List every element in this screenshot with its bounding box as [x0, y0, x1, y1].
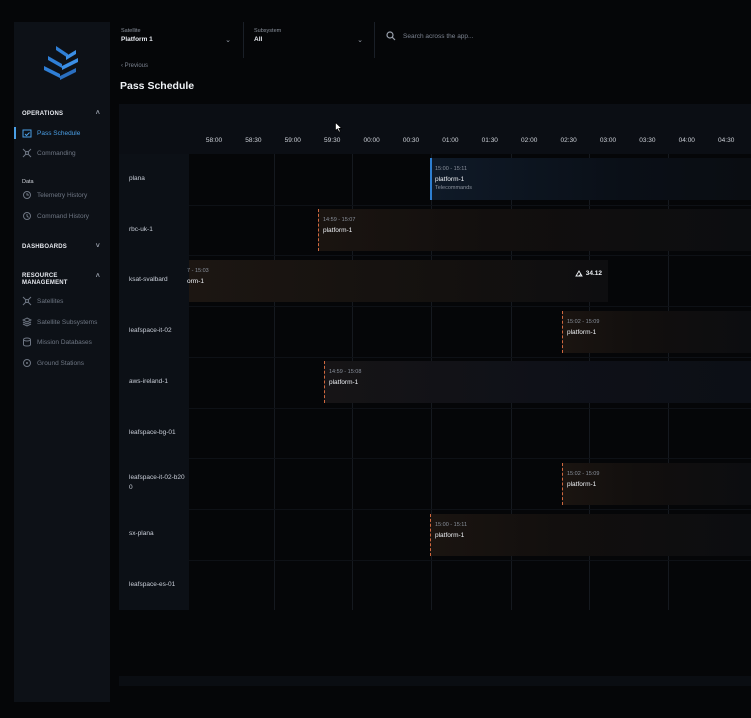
- row-divider: [189, 204, 751, 206]
- timeline-tick-label: 03:30: [639, 137, 656, 144]
- nav-section-data: Data: [22, 179, 34, 185]
- database-icon: [22, 337, 32, 347]
- row-divider: [189, 559, 751, 561]
- mouse-cursor-icon: [335, 122, 343, 133]
- station-name[interactable]: leafspace-es-01: [129, 580, 189, 590]
- sidebar-item-telemetry-history[interactable]: Telemetry History: [22, 188, 104, 202]
- timeline-tick-label: 58:30: [245, 137, 262, 144]
- pass-marker: [324, 361, 325, 403]
- station-name[interactable]: rbc-uk-1: [129, 225, 189, 235]
- timeline-tick-label: 01:00: [442, 137, 459, 144]
- row-divider: [189, 508, 751, 510]
- sidebar-item-pass-schedule[interactable]: Pass Schedule: [14, 126, 104, 140]
- nav-section-resource-management[interactable]: RESOURCE MANAGEMENT ˄: [22, 273, 100, 287]
- station-name[interactable]: aws-ireland-1: [129, 377, 189, 387]
- timeline-tick-label: 01:30: [481, 137, 498, 144]
- sidebar-item-mission-databases[interactable]: Mission Databases: [22, 335, 104, 349]
- timeline-header: [119, 104, 751, 154]
- station-name[interactable]: leafspace-bg-01: [129, 428, 189, 438]
- row-divider: [189, 255, 751, 257]
- satellite-icon: [22, 148, 32, 158]
- pass-marker: [318, 209, 319, 251]
- satellite-select[interactable]: Satellite Platform 1 ⌄: [121, 28, 231, 52]
- row-divider: [189, 356, 751, 358]
- sidebar-item-satellites[interactable]: Satellites: [22, 294, 104, 308]
- nav-section-operations[interactable]: OPERATIONS ˄: [22, 110, 100, 117]
- station-name[interactable]: leafspace-it-02: [129, 326, 189, 336]
- chevron-down-icon: ⌄: [357, 37, 363, 44]
- chevron-up-icon: ˄: [95, 273, 100, 280]
- calendar-icon: [22, 128, 32, 138]
- row-divider: [189, 458, 751, 460]
- station-name[interactable]: plana: [129, 174, 189, 184]
- timeline-tick-label: 00:30: [402, 137, 420, 144]
- horizontal-scrollbar[interactable]: [119, 676, 751, 686]
- elevation-readout: 34.12: [574, 270, 602, 277]
- timeline-tick-label: 58:00: [205, 137, 223, 144]
- header-divider: [374, 22, 375, 58]
- timeline-tick-label: 59:00: [284, 137, 301, 144]
- pass-block[interactable]: 7 - 15:03 orm-1 34.12: [187, 260, 608, 302]
- pass-block[interactable]: 14:59 - 15:07 platform-1: [318, 209, 751, 251]
- subsystem-select[interactable]: Subsystem All ⌄: [254, 28, 363, 52]
- sidebar-item-commanding[interactable]: Commanding: [22, 146, 104, 160]
- satellite-icon: [22, 296, 32, 306]
- grid-line: [274, 154, 275, 610]
- pass-marker: [430, 514, 431, 556]
- pass-marker: [562, 463, 563, 505]
- pass-block[interactable]: 15:00 - 15:11 platform-1: [430, 514, 751, 556]
- timeline-tick-label: 02:30: [560, 137, 577, 144]
- sidebar: OPERATIONS ˄ Pass Schedule Commanding Da…: [14, 22, 110, 702]
- nav-section-dashboards[interactable]: DASHBOARDS ˅: [22, 243, 100, 250]
- command-history-icon: [22, 211, 32, 221]
- timeline-tick-label: 03:00: [599, 137, 617, 144]
- pass-block[interactable]: 15:02 - 15:09 platform-1: [562, 311, 751, 353]
- pass-block[interactable]: 15:02 - 15:09 platform-1: [562, 463, 751, 505]
- chevron-up-icon: ˄: [95, 110, 100, 117]
- sidebar-item-command-history[interactable]: Command History: [22, 209, 104, 223]
- page-title: Pass Schedule: [120, 80, 195, 92]
- chevron-down-icon: ⌄: [225, 37, 231, 44]
- timeline-tick-label: 04:00: [678, 137, 695, 144]
- app-logo[interactable]: [40, 44, 80, 84]
- timeline-tick-label: 59:30: [324, 137, 341, 144]
- timeline-tick-label: 02:00: [521, 137, 538, 144]
- search-input[interactable]: Search across the app...: [386, 31, 473, 41]
- pass-block[interactable]: 14:59 - 15:08 platform-1: [324, 361, 751, 403]
- telemetry-icon: [22, 190, 32, 200]
- layers-icon: [22, 317, 32, 327]
- pass-block[interactable]: 15:00 - 15:11 platform-1 Telecommands: [430, 158, 751, 200]
- pass-marker: [562, 311, 563, 353]
- previous-link[interactable]: ‹ Previous: [121, 63, 148, 69]
- row-divider: [189, 407, 751, 409]
- timeline-tick-label: 00:00: [363, 137, 380, 144]
- station-name[interactable]: leafspace-it-02-b200: [129, 473, 185, 493]
- header-divider: [243, 22, 244, 58]
- station-name[interactable]: ksat-svalbard: [129, 275, 189, 285]
- elevation-icon: [574, 270, 583, 277]
- timeline-tick-label: 04:30: [718, 137, 735, 144]
- search-icon: [386, 31, 396, 41]
- row-divider: [189, 306, 751, 308]
- sidebar-item-ground-stations[interactable]: Ground Stations: [22, 356, 104, 370]
- chevron-down-icon: ˅: [95, 243, 100, 250]
- station-name[interactable]: sx-plana: [129, 529, 189, 539]
- pass-marker: [430, 158, 432, 200]
- sidebar-item-satellite-subsystems[interactable]: Satellite Subsystems: [22, 315, 104, 329]
- antenna-icon: [22, 358, 32, 368]
